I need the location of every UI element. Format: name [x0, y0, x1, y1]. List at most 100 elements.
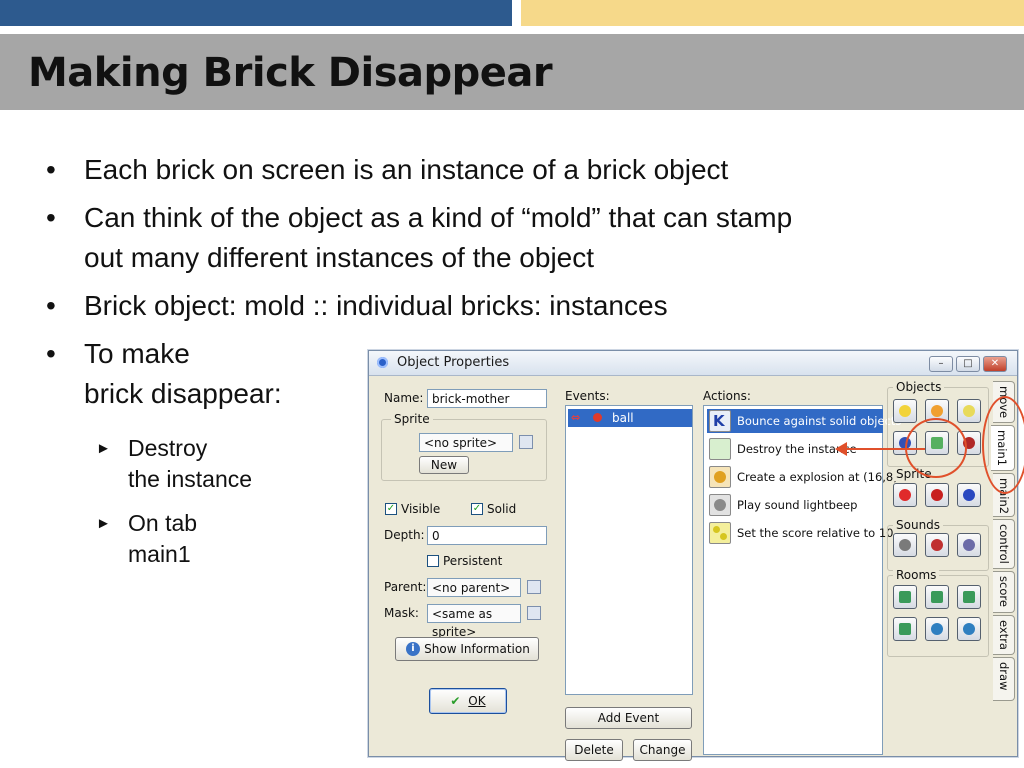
solid-checkbox[interactable]: ✓	[471, 503, 483, 515]
sprite-picker-icon[interactable]	[519, 435, 533, 449]
change-sprite-tile[interactable]	[893, 483, 917, 507]
create-random-tile[interactable]	[957, 399, 981, 423]
score-icon	[709, 522, 731, 544]
window-title: Object Properties	[397, 355, 510, 370]
maximize-button[interactable]: □	[956, 356, 980, 372]
sub-bullet-text: the instance	[128, 466, 253, 492]
close-button[interactable]: ✕	[983, 356, 1007, 372]
bullet-text: To make	[84, 338, 190, 369]
event-item[interactable]: ⇔ ball	[568, 409, 692, 427]
object-properties-window: Object Properties – □ ✕ Name: brick-moth…	[368, 350, 1018, 761]
annotation-circle-main1-tab	[982, 396, 1024, 494]
add-event-button[interactable]: Add Event	[565, 707, 692, 729]
sub-bullet-item: ► Destroy the instance	[96, 433, 252, 495]
tab-label: score	[997, 576, 1011, 607]
persistent-checkbox[interactable]	[427, 555, 439, 567]
events-list[interactable]: ⇔ ball	[565, 405, 693, 695]
sub-bullet-text: main1	[128, 541, 191, 567]
bullet-continuation: out many different instances of the obje…	[40, 238, 980, 278]
create-icon	[709, 466, 731, 488]
stop-sound-tile[interactable]	[925, 533, 949, 557]
bullet-text: Can think of the object as a kind of “mo…	[84, 202, 793, 233]
delete-event-button[interactable]: Delete	[565, 739, 623, 761]
actions-label: Actions:	[703, 389, 751, 403]
name-field[interactable]: brick-mother	[427, 389, 547, 408]
objects-group-label: Objects	[893, 380, 945, 394]
parent-label: Parent:	[384, 580, 427, 594]
sub-bullet-item: ► On tab main1	[96, 508, 197, 570]
bullet-glyph: •	[46, 338, 56, 369]
action-label: Play sound lightbeep	[737, 498, 858, 512]
play-sound-tile[interactable]	[893, 533, 917, 557]
color-sprite-tile[interactable]	[957, 483, 981, 507]
solid-label: Solid	[487, 502, 517, 516]
visible-checkbox[interactable]: ✓	[385, 503, 397, 515]
action-label: Set the score relative to 10	[737, 526, 894, 540]
sub-bullet-text: Destroy	[128, 435, 208, 461]
slide-title: Making Brick Disappear	[28, 50, 553, 96]
collision-icon: ⇔	[571, 411, 581, 424]
ok-button[interactable]: ✔ OK	[429, 688, 507, 714]
top-accent-bar-gold	[521, 0, 1024, 26]
parent-picker-icon[interactable]	[527, 580, 541, 594]
events-panel: Events: ⇔ ball Add Event Delete Change	[565, 379, 695, 761]
event-label: ball	[612, 411, 634, 425]
next-room-tile[interactable]	[925, 585, 949, 609]
object-settings-panel: Name: brick-mother Sprite <no sprite> Ne…	[369, 377, 557, 755]
action-label: Create a explosion at (16,8)	[737, 470, 898, 484]
tab-score[interactable]: score	[993, 571, 1015, 613]
destroy-icon	[709, 438, 731, 460]
window-app-icon	[377, 357, 388, 368]
action-item[interactable]: K Bounce against solid objects	[707, 409, 901, 433]
actions-list[interactable]: K Bounce against solid objects Destroy t…	[703, 405, 901, 755]
different-room-tile[interactable]	[893, 617, 917, 641]
tab-draw[interactable]: draw	[993, 657, 1015, 701]
transform-sprite-tile[interactable]	[925, 483, 949, 507]
tab-label: control	[997, 524, 1011, 564]
restart-room-tile[interactable]	[957, 585, 981, 609]
show-information-button[interactable]: i Show Information	[395, 637, 539, 661]
info-icon: i	[406, 642, 420, 656]
action-item[interactable]: Play sound lightbeep	[707, 493, 883, 517]
annotation-arrowhead	[835, 442, 847, 456]
bullet-text: Brick object: mold :: individual bricks:…	[84, 290, 668, 321]
checkmark-icon: ✔	[450, 694, 461, 708]
actions-panel: Actions: K Bounce against solid objects …	[703, 379, 901, 755]
tab-extra[interactable]: extra	[993, 615, 1015, 655]
mask-select[interactable]: <same as sprite>	[427, 604, 521, 639]
check-previous-room-tile[interactable]	[925, 617, 949, 641]
check-next-room-tile[interactable]	[957, 617, 981, 641]
depth-label: Depth:	[384, 528, 425, 542]
bounce-icon: K	[709, 410, 731, 432]
sprite-group-label: Sprite	[391, 412, 433, 426]
action-item[interactable]: Set the score relative to 10	[707, 521, 894, 545]
action-label: Bounce against solid objects	[737, 414, 902, 428]
sound-icon	[709, 494, 731, 516]
previous-room-tile[interactable]	[893, 585, 917, 609]
top-accent-bar-blue	[0, 0, 512, 26]
ok-label: OK	[468, 694, 486, 708]
rooms-group-label: Rooms	[893, 568, 940, 582]
show-information-label: Show Information	[424, 642, 530, 656]
minimize-button[interactable]: –	[929, 356, 953, 372]
window-titlebar[interactable]: Object Properties – □ ✕	[369, 351, 1017, 376]
depth-field[interactable]: 0	[427, 526, 547, 545]
bullet-item: • Each brick on screen is an instance of…	[40, 150, 980, 190]
bullet-text: out many different instances of the obje…	[84, 242, 595, 273]
new-sprite-button[interactable]: New	[419, 456, 469, 474]
bullet-item: • Brick object: mold :: individual brick…	[40, 286, 980, 326]
bullet-text: brick disappear:	[84, 378, 282, 409]
create-instance-tile[interactable]	[893, 399, 917, 423]
tab-label: extra	[997, 620, 1011, 650]
bullet-text: Each brick on screen is an instance of a…	[84, 154, 729, 185]
visible-label: Visible	[401, 502, 441, 516]
sounds-group-label: Sounds	[893, 518, 944, 532]
sprite-select[interactable]: <no sprite>	[419, 433, 513, 452]
mask-picker-icon[interactable]	[527, 606, 541, 620]
parent-select[interactable]: <no parent>	[427, 578, 521, 597]
check-sound-tile[interactable]	[957, 533, 981, 557]
action-item[interactable]: Create a explosion at (16,8)	[707, 465, 898, 489]
tab-control[interactable]: control	[993, 519, 1015, 569]
change-event-button[interactable]: Change	[633, 739, 692, 761]
sub-bullet-glyph: ►	[96, 515, 111, 532]
